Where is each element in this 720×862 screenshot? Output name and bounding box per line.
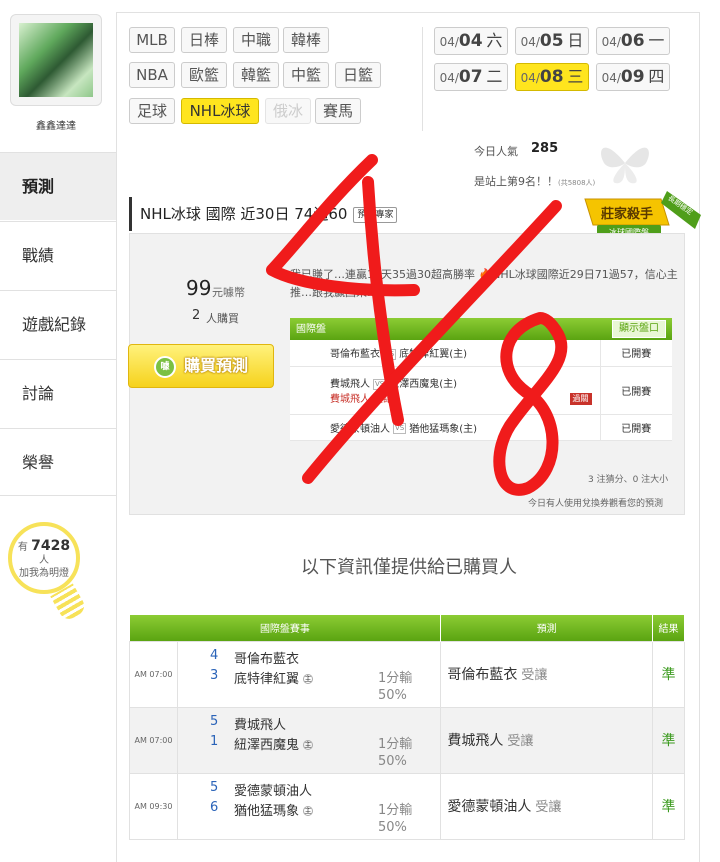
prediction-description: 我已賺了…連贏15天35過30超高勝率 🔥NHL冰球國際近29日71過57，信心… — [290, 268, 678, 299]
league-cn-basketball[interactable]: 中籃 — [283, 62, 329, 88]
expert-title: NHL冰球 國際 近30日 74過60 預測專家 — [129, 197, 409, 231]
history-header-result: 結果 — [652, 615, 685, 641]
coin-icon: 噱 — [153, 355, 176, 378]
pick-table-header: 國際盤 顯示盤口 — [290, 318, 672, 340]
avatar-image — [19, 23, 93, 97]
svg-text:莊家殺手: 莊家殺手 — [601, 206, 653, 222]
table-row: AM 07:00 4 哥倫布藍衣 3 底特律紅翼主 1分輸 50% 哥倫布藍衣 受讓 準 — [129, 640, 685, 708]
follow-bulb[interactable]: 有 7428 人 加我為明燈 — [8, 522, 80, 594]
league-kr-basketball[interactable]: 韓籃 — [233, 62, 279, 88]
table-row: 愛德蒙頓油人 VS 猶他猛瑪象(主) 已開賽 — [290, 414, 672, 441]
history-table: 國際盤賽事 預測 結果 AM 07:00 4 哥倫布藍衣 3 底特律紅翼主 1分輸 5… — [129, 615, 685, 840]
league-cpbl[interactable]: 中職 — [233, 27, 279, 53]
league-jp-basketball[interactable]: 日籃 — [335, 62, 381, 88]
divider — [422, 27, 423, 131]
history-header-pick: 預測 — [440, 615, 653, 641]
league-soccer[interactable]: 足球 — [129, 98, 175, 124]
expert-tag[interactable]: 預測專家 — [353, 206, 398, 223]
history-header-games: 國際盤賽事 — [129, 615, 442, 641]
coupon-notice: 今日有人使用兌換券觀看您的預測 — [528, 499, 664, 509]
league-ru-hockey: 俄冰 — [265, 98, 311, 124]
league-kbo[interactable]: 韓棒 — [283, 27, 329, 53]
sidebar-item-honors[interactable]: 榮譽 — [0, 428, 116, 496]
league-horse-racing[interactable]: 賽馬 — [315, 98, 361, 124]
username[interactable]: 鑫鑫達達 — [0, 117, 112, 132]
buyer-label: 人購買 — [206, 312, 239, 325]
price-unit: 元噱幣 — [212, 286, 245, 299]
date-0409[interactable]: 04/09 四 — [596, 63, 670, 91]
league-nba[interactable]: NBA — [129, 62, 175, 88]
show-odds-button[interactable]: 顯示盤口 — [612, 320, 666, 338]
date-0405[interactable]: 04/05 日 — [515, 27, 589, 55]
avatar[interactable] — [10, 14, 102, 106]
purchased-info-banner: 以下資訊僅提供給已購買人 — [301, 557, 517, 578]
pick-table: 國際盤 顯示盤口 哥倫布藍衣 VS 底特律紅翼(主) 已開賽 費城飛人 VS 紐澤西魔鬼(… — [290, 318, 672, 441]
date-0404[interactable]: 04/04 六 — [434, 27, 508, 55]
butterfly-icon — [601, 147, 649, 184]
date-0408[interactable]: 04/08 三 — [515, 63, 589, 91]
rank-text: 是站上第9名！！(共5808人) — [474, 175, 596, 188]
buy-prediction-button[interactable]: 噱購買預測 — [128, 344, 274, 388]
pick-summary: 3 注猜分、0 注大小 — [588, 475, 669, 485]
league-eu-basketball[interactable]: 歐籃 — [181, 62, 227, 88]
buyer-count: 2 — [192, 308, 201, 323]
table-row: 哥倫布藍衣 VS 底特律紅翼(主) 已開賽 — [290, 340, 672, 367]
bulb-prefix: 有 — [17, 542, 28, 553]
main-panel: MLB 日棒 中職 韓棒 NBA 歐籃 韓籃 中籃 日籃 足球 NHL冰球 俄冰… — [116, 12, 701, 862]
popularity-label: 今日人氣 — [474, 145, 518, 158]
price-value: 99 — [186, 276, 212, 300]
parlay-tag: 過關 — [569, 392, 592, 405]
date-0406[interactable]: 04/06 一 — [596, 27, 670, 55]
sidebar-item-discussion[interactable]: 討論 — [0, 359, 116, 427]
bulb-suffix: 人 — [39, 555, 49, 566]
sidebar-item-game-history[interactable]: 遊戲紀錄 — [0, 290, 116, 358]
table-row: 費城飛人 VS 紐澤西魔鬼(主) 費城飛人 受讓 過關 已開賽 — [290, 366, 672, 415]
league-mlb[interactable]: MLB — [129, 27, 175, 53]
popularity-value: 285 — [531, 141, 559, 156]
sidebar-item-record[interactable]: 戰績 — [0, 221, 116, 289]
date-0407[interactable]: 04/07 二 — [434, 63, 508, 91]
league-nhl[interactable]: NHL冰球 — [181, 98, 259, 124]
table-row: AM 07:00 5 費城飛人 1 紐澤西魔鬼主 1分輸 50% 費城飛人 受讓 準 — [129, 706, 685, 774]
league-jp-baseball[interactable]: 日棒 — [181, 27, 227, 53]
bulb-text: 加我為明燈 — [19, 568, 69, 579]
sidebar-item-predictions[interactable]: 預測 — [0, 152, 116, 220]
follower-count: 7428 — [31, 538, 71, 554]
sidebar: 鑫鑫達達 預測 戰績 遊戲紀錄 討論 榮譽 有 7428 人 加我為明燈 — [0, 0, 116, 850]
table-row: AM 09:30 5 愛德蒙頓油人 6 猶他猛瑪象主 1分輸 50% 愛德蒙頓油人 受讓… — [129, 772, 685, 840]
prediction-card: 99 元噱幣 2 人購買 噱購買預測 我已賺了…連贏15天35過30超高勝率 🔥… — [128, 233, 685, 515]
